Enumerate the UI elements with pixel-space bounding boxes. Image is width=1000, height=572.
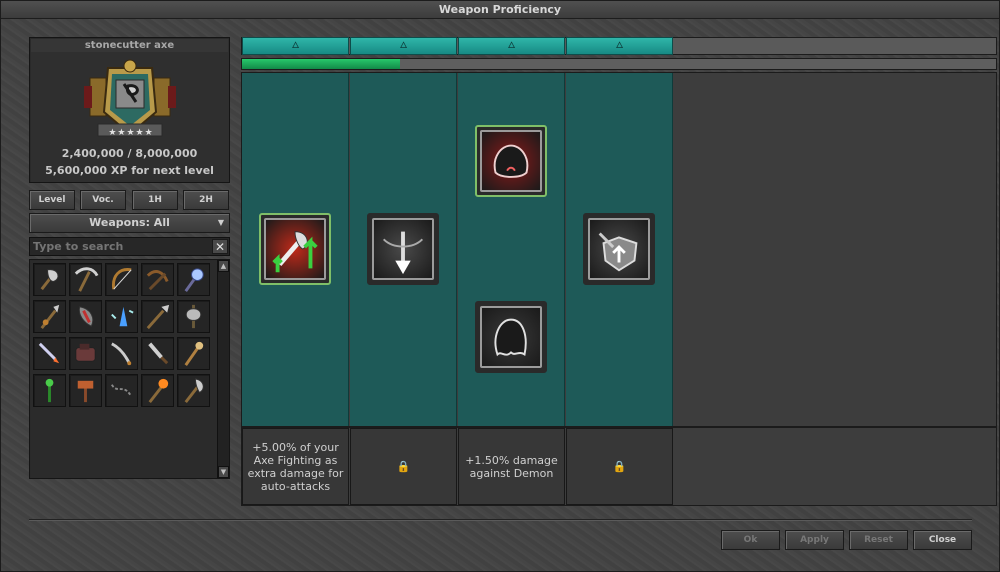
weapon-slot-double-axe[interactable] — [177, 374, 210, 407]
weapon-slot-fire-staff[interactable] — [141, 374, 174, 407]
weapon-slot-chain-whip[interactable] — [105, 374, 138, 407]
filter-level-button[interactable]: Level — [29, 190, 75, 210]
weapon-slot-halberd-spear[interactable] — [33, 300, 66, 333]
scroll-up-icon[interactable]: ▲ — [218, 260, 229, 272]
demon-bane-icon — [493, 144, 529, 178]
battle-axe-icon — [185, 304, 202, 329]
xp-progress-text: 2,400,000 / 8,000,000 — [61, 147, 198, 160]
crossbow-icon — [146, 270, 169, 291]
ok-button[interactable]: Ok — [721, 530, 780, 550]
ghost-icon — [494, 318, 527, 357]
proficiency-progress-fill — [242, 59, 401, 69]
perk-description-4: 🔒 — [566, 428, 673, 505]
perk-description-text: +1.50% damage against Demon — [465, 453, 558, 480]
weapon-slot-spear[interactable] — [141, 300, 174, 333]
weapon-slot-pickaxe[interactable] — [69, 263, 102, 296]
ice-rod-icon — [184, 268, 204, 292]
weapon-name: stonecutter axe — [31, 39, 228, 52]
perk-description-3: +1.50% damage against Demon — [458, 428, 565, 505]
weapon-list-panel: ▲ ▼ — [29, 259, 230, 479]
shield-axe-icon — [598, 232, 638, 272]
weapon-slot-hammer[interactable] — [69, 374, 102, 407]
filter-vocation-button[interactable]: Voc. — [80, 190, 126, 210]
lock-icon: 🔒 — [612, 460, 627, 473]
weapon-slot-battle-axe[interactable] — [177, 300, 210, 333]
weapon-slot-crossbow[interactable] — [141, 263, 174, 296]
weapon-slot-saber[interactable] — [105, 337, 138, 370]
axe-fighting-boost-icon — [272, 231, 318, 273]
weapon-slot-axe[interactable] — [33, 263, 66, 296]
perk-column-header-1: 🜂 — [242, 37, 349, 55]
weapon-slot-crystal-wand[interactable] — [105, 300, 138, 333]
weapon-slot-wand-red[interactable] — [69, 300, 102, 333]
filter-two-hand-button[interactable]: 2H — [183, 190, 229, 210]
perk-description-1: +5.00% of your Axe Fighting as extra dam… — [242, 428, 349, 505]
weapon-list-scrollbar[interactable]: ▲ ▼ — [217, 260, 229, 478]
apply-button[interactable]: Apply — [785, 530, 844, 550]
perk-piercing-strike[interactable] — [367, 213, 439, 285]
search-field[interactable]: ✕ — [29, 237, 230, 256]
axe-icon — [40, 269, 59, 291]
perk-column-header-2: 🜂 — [350, 37, 457, 55]
perk-axe-fighting-boost[interactable] — [259, 213, 331, 285]
perk-description-text: +5.00% of your Axe Fighting as extra dam… — [247, 440, 344, 493]
spear-icon — [146, 304, 170, 330]
close-icon: ✕ — [214, 240, 226, 254]
perk-ghost[interactable] — [475, 301, 547, 373]
bow-icon — [112, 268, 132, 290]
perk-description-2: 🔒 — [350, 428, 457, 505]
weapon-proficiency-window: Weapon Proficiency stonecutter axe ★★★★★… — [0, 0, 1000, 572]
weapon-category-select[interactable]: Weapons: All ▼ — [29, 213, 230, 233]
hammer-icon — [77, 380, 94, 403]
double-axe-icon — [184, 378, 204, 404]
rod-icon — [184, 341, 204, 366]
clear-search-button[interactable]: ✕ — [212, 239, 228, 254]
scroll-down-icon[interactable]: ▼ — [218, 466, 229, 478]
weapon-slot-bow[interactable] — [105, 263, 138, 296]
weapon-slot-dagger[interactable] — [141, 337, 174, 370]
flame-icon: 🜂 — [615, 41, 624, 51]
gauntlet-icon — [75, 343, 96, 362]
wand-red-icon — [78, 306, 94, 327]
xp-next-level-text: 5,600,000 XP for next level — [45, 164, 214, 177]
flame-icon: 🜂 — [399, 41, 408, 51]
perk-shield-axe[interactable] — [583, 213, 655, 285]
weapon-slot-ice-rod[interactable] — [177, 263, 210, 296]
weapon-slot-sword-fire[interactable] — [33, 337, 66, 370]
filter-one-hand-button[interactable]: 1H — [132, 190, 178, 210]
sword-fire-icon — [38, 342, 60, 364]
weapon-slot-gauntlet[interactable] — [69, 337, 102, 370]
proficiency-progress-bar — [241, 58, 997, 70]
close-button[interactable]: Close — [913, 530, 972, 550]
piercing-strike-icon — [382, 231, 424, 275]
pickaxe-icon — [74, 267, 99, 292]
saber-icon — [111, 342, 132, 366]
divider — [29, 519, 972, 521]
star-rating: ★★★★★ — [108, 128, 154, 138]
search-input[interactable] — [30, 238, 210, 255]
flame-icon: 🜂 — [291, 41, 300, 51]
weapon-info-panel: stonecutter axe ★★★★★ 2,400,000 / 8,000,… — [29, 37, 230, 183]
window-title: Weapon Proficiency — [1, 1, 999, 19]
green-rod-icon — [45, 378, 54, 403]
chevron-down-icon: ▼ — [217, 218, 224, 227]
lock-icon: 🔒 — [396, 460, 411, 473]
reset-button[interactable]: Reset — [849, 530, 908, 550]
perk-column-header-4: 🜂 — [566, 37, 673, 55]
crystal-wand-icon — [111, 306, 134, 327]
fire-staff-icon — [148, 378, 169, 404]
weapon-slot-green-rod[interactable] — [33, 374, 66, 407]
chain-whip-icon — [110, 384, 133, 397]
perk-column-header-3: 🜂 — [458, 37, 565, 55]
weapon-slot-rod[interactable] — [177, 337, 210, 370]
weapon-category-value: Weapons: All — [89, 216, 170, 229]
perk-demon-bane[interactable] — [475, 125, 547, 197]
halberd-spear-icon — [40, 304, 60, 330]
flame-icon: 🜂 — [507, 41, 516, 51]
dagger-icon — [148, 342, 169, 365]
